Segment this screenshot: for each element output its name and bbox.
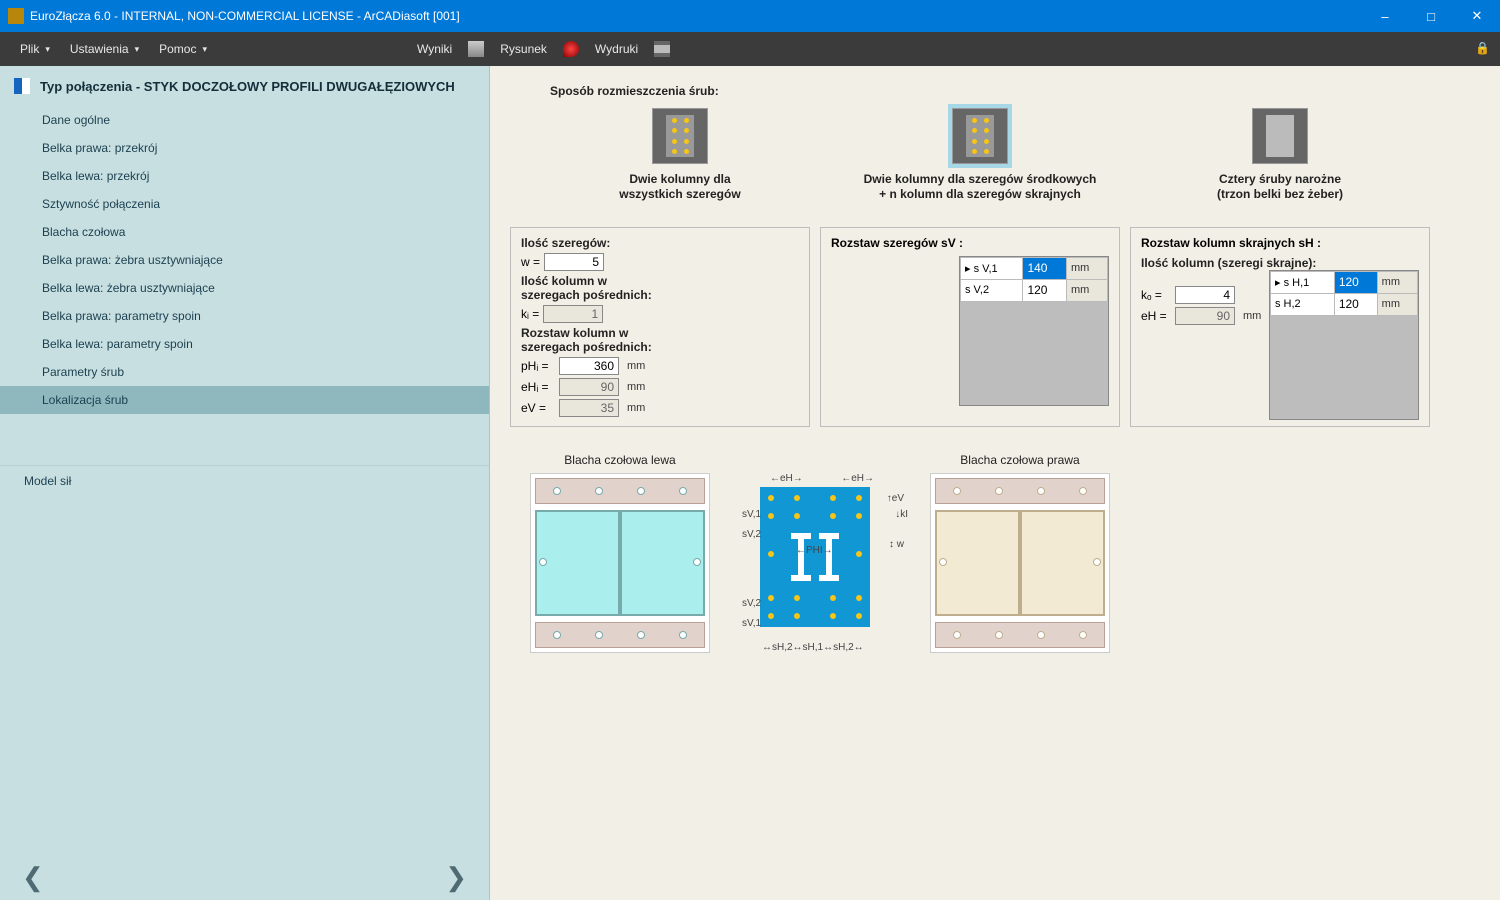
- window-title: EuroZłącza 6.0 - INTERNAL, NON-COMMERCIA…: [30, 9, 1362, 23]
- app-icon: [8, 8, 24, 24]
- nav-next-icon[interactable]: ❯: [445, 862, 467, 893]
- maximize-button[interactable]: □: [1408, 0, 1454, 32]
- results-icon[interactable]: [468, 41, 484, 57]
- connection-type-icon: [14, 78, 30, 94]
- option-two-columns-all[interactable]: Dwie kolumny dlawszystkich szeregów: [550, 108, 810, 203]
- sidebar-item[interactable]: Belka prawa: przekrój: [0, 134, 489, 162]
- lock-icon: 🔒: [1475, 41, 1490, 55]
- input-eV: [559, 399, 619, 417]
- sidebar-item[interactable]: Blacha czołowa: [0, 218, 489, 246]
- input-pHi[interactable]: [559, 357, 619, 375]
- titlebar: EuroZłącza 6.0 - INTERNAL, NON-COMMERCIA…: [0, 0, 1500, 32]
- sidebar-footer: ❮ ❯: [0, 854, 489, 900]
- plate-left: [530, 473, 710, 653]
- sidebar-model[interactable]: Model sił: [0, 465, 489, 495]
- menu-pomoc[interactable]: Pomoc▾: [149, 32, 217, 66]
- option-two-plus-n[interactable]: Dwie kolumny dla szeregów środkowych+ n …: [850, 108, 1110, 203]
- nav-prev-icon[interactable]: ❮: [22, 862, 44, 893]
- sidebar-item[interactable]: Belka prawa: parametry spoin: [0, 302, 489, 330]
- panel-sv: Rozstaw szeregów sV : ▸ s V,1140mm s V,2…: [820, 227, 1120, 427]
- menubar: Plik▾ Ustawienia▾ Pomoc▾ Wyniki Rysunek …: [0, 32, 1500, 66]
- minimize-button[interactable]: –: [1362, 0, 1408, 32]
- main-panel: Sposób rozmieszczenia śrub: Dwie kolumny…: [490, 66, 1500, 900]
- sidebar: Typ połączenia - STYK DOCZOŁOWY PROFILI …: [0, 66, 490, 900]
- menu-ustawienia[interactable]: Ustawienia▾: [60, 32, 149, 66]
- menu-plik[interactable]: Plik▾: [10, 32, 60, 66]
- sidebar-item[interactable]: Parametry śrub: [0, 358, 489, 386]
- sidebar-header[interactable]: Typ połączenia - STYK DOCZOŁOWY PROFILI …: [0, 66, 489, 106]
- plate-schematic: ←eH→←eH→ ↑eV ↕ w sV,1 sV,2 sV,2 sV,1 ↓kI…: [740, 453, 900, 653]
- sidebar-item[interactable]: Belka lewa: parametry spoin: [0, 330, 489, 358]
- sidebar-list: Dane ogólne Belka prawa: przekrój Belka …: [0, 106, 489, 465]
- plate-right-group: Blacha czołowa prawa: [930, 453, 1110, 653]
- sidebar-item[interactable]: Belka prawa: żebra usztywniające: [0, 246, 489, 274]
- toolbar-rysunek[interactable]: Rysunek: [490, 32, 557, 66]
- plate-right: [930, 473, 1110, 653]
- input-eH: [1175, 307, 1235, 325]
- close-button[interactable]: ✕: [1454, 0, 1500, 32]
- option-four-corner[interactable]: Cztery śruby narożne(trzon belki bez żeb…: [1150, 108, 1410, 203]
- options-heading: Sposób rozmieszczenia śrub:: [550, 84, 1482, 98]
- sidebar-item-selected[interactable]: Lokalizacja śrub: [0, 386, 489, 414]
- sidebar-item[interactable]: Dane ogólne: [0, 106, 489, 134]
- sidebar-item[interactable]: Belka lewa: przekrój: [0, 162, 489, 190]
- drawing-icon[interactable]: [563, 41, 579, 57]
- sidebar-item[interactable]: Belka lewa: żebra usztywniające: [0, 274, 489, 302]
- plate-left-group: Blacha czołowa lewa: [530, 453, 710, 653]
- grid-sh[interactable]: ▸ s H,1120mm s H,2120mm: [1269, 270, 1419, 420]
- toolbar-wydruki[interactable]: Wydruki: [585, 32, 648, 66]
- panel-sh: Rozstaw kolumn skrajnych sH : Ilość kolu…: [1130, 227, 1430, 427]
- input-eHi: [559, 378, 619, 396]
- toolbar-wyniki[interactable]: Wyniki: [407, 32, 462, 66]
- panel-row-params: Ilość szeregów: w = Ilość kolumn w szere…: [510, 227, 810, 427]
- print-icon[interactable]: [654, 41, 670, 57]
- sidebar-item[interactable]: Sztywność połączenia: [0, 190, 489, 218]
- input-ko[interactable]: [1175, 286, 1235, 304]
- input-ki: [543, 305, 603, 323]
- input-w[interactable]: [544, 253, 604, 271]
- grid-sv[interactable]: ▸ s V,1140mm s V,2120mm: [959, 256, 1109, 406]
